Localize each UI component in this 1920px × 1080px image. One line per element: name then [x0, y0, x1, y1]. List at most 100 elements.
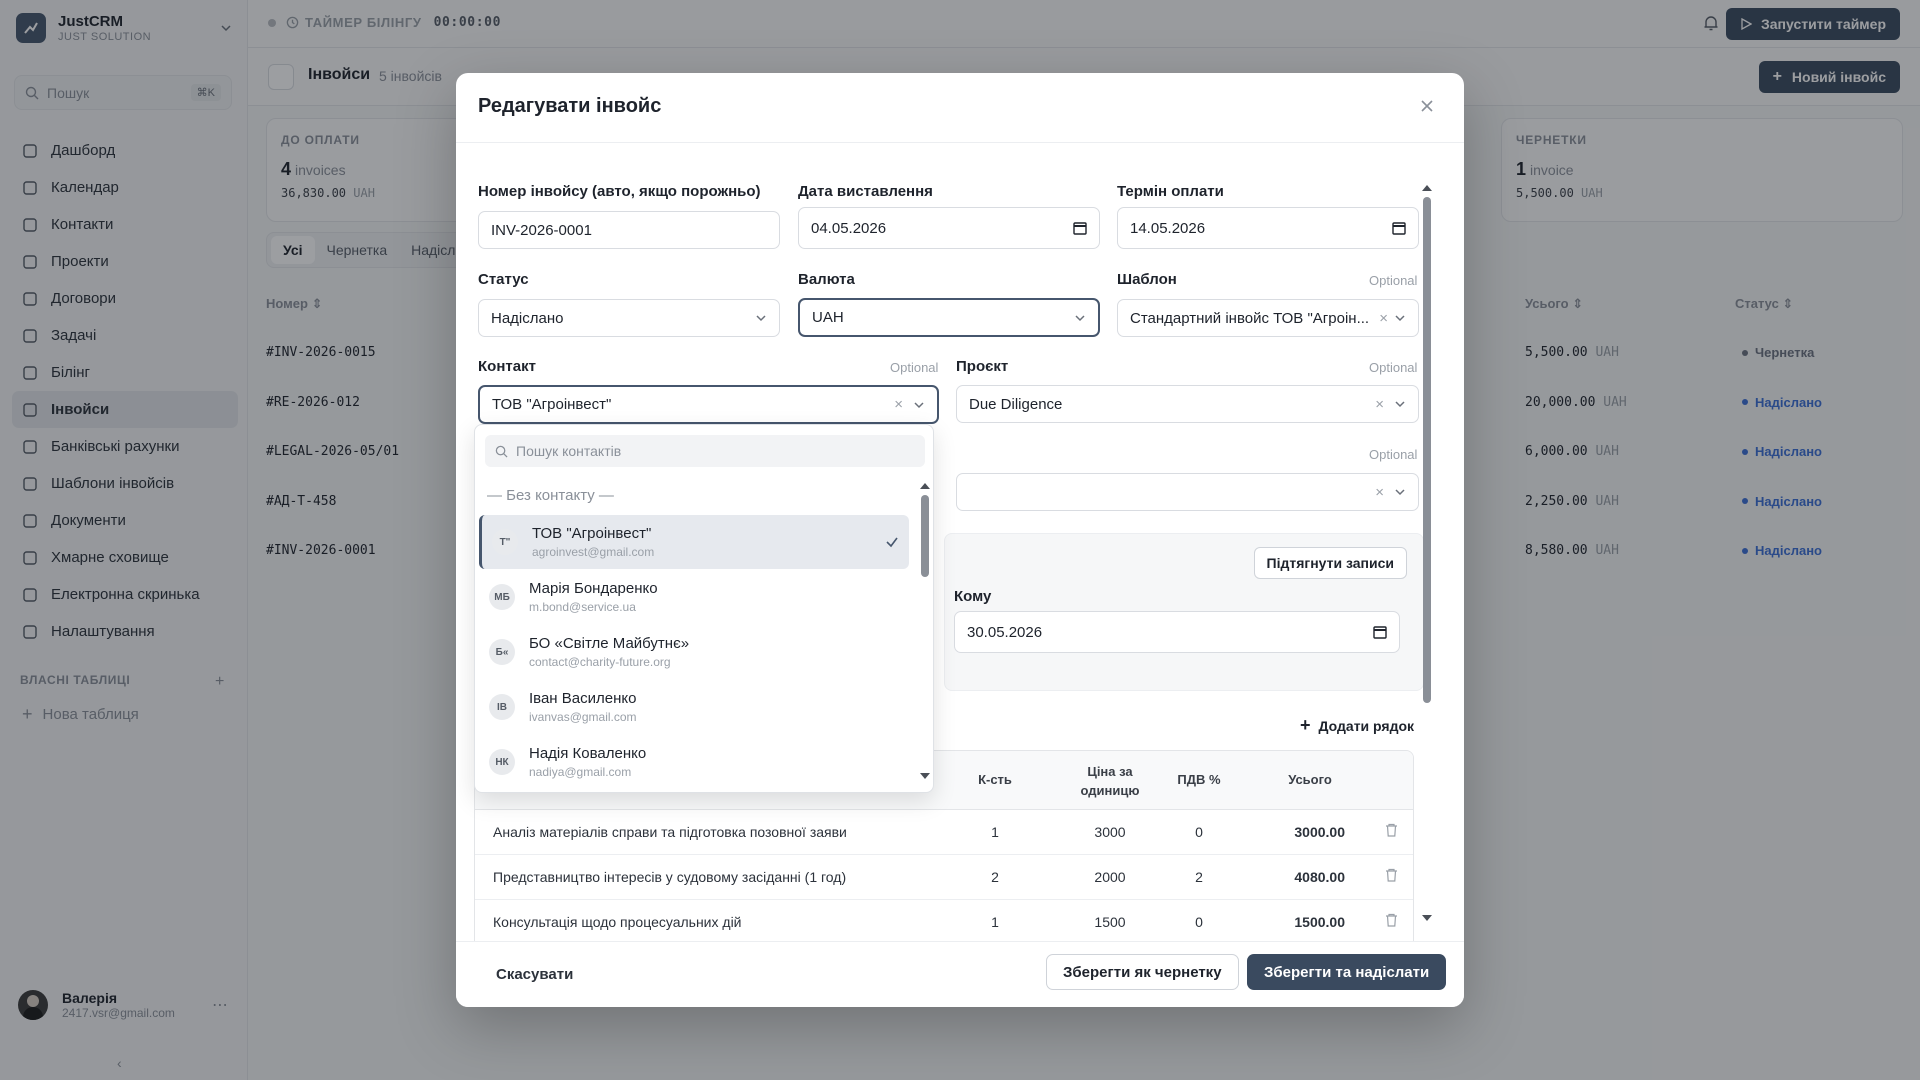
line-item-row: Аналіз матеріалів справи та підготовка п…	[475, 810, 1413, 855]
contact-option[interactable]: НК Надія Коваленко nadiya@gmail.com	[479, 735, 909, 789]
contact-search-input[interactable]: Пошук контактів	[485, 435, 925, 467]
contact-select[interactable]: ТОВ "Агроінвест" ×	[478, 385, 939, 424]
item-vat[interactable]: 0	[1169, 824, 1229, 840]
template-label: Шаблон	[1117, 271, 1177, 288]
check-icon	[885, 535, 899, 549]
item-total: 4080.00	[1294, 869, 1345, 885]
to-date-input[interactable]: 30.05.2026	[954, 611, 1400, 653]
chevron-down-icon	[756, 315, 766, 322]
contact-search-placeholder: Пошук контактів	[516, 443, 622, 459]
project-value: Due Diligence	[969, 395, 1063, 413]
status-label: Статус	[478, 271, 529, 288]
contact-avatar: МБ	[489, 584, 515, 610]
item-vat[interactable]: 0	[1169, 914, 1229, 930]
clear-icon[interactable]: ×	[1375, 396, 1384, 413]
issue-date-value: 04.05.2026	[811, 219, 887, 237]
save-draft-button[interactable]: Зберегти як чернетку	[1046, 954, 1239, 990]
project-optional: Optional	[1369, 360, 1418, 375]
currency-value: UAH	[812, 309, 844, 326]
contact-name: Іван Василенко	[529, 690, 637, 707]
col-price: Ціна за одиницю	[1080, 764, 1140, 798]
item-price[interactable]: 1500	[1075, 914, 1145, 930]
due-date-label: Термін оплати	[1117, 183, 1224, 200]
project-select[interactable]: Due Diligence ×	[956, 385, 1419, 423]
contact-email: nadiya@gmail.com	[529, 765, 632, 779]
contact-option[interactable]: Т" ТОВ "Агроінвест" agroinvest@gmail.com	[479, 515, 909, 569]
chevron-down-icon	[1395, 489, 1405, 496]
clear-icon[interactable]: ×	[894, 396, 903, 413]
invoice-number-value: INV-2026-0001	[491, 221, 592, 239]
invoice-number-input[interactable]: INV-2026-0001	[478, 211, 780, 249]
due-date-value: 14.05.2026	[1130, 219, 1206, 237]
line-item-row: Консультація щодо процесуальних дій 1 1500…	[475, 900, 1413, 945]
field-optional: Optional	[1369, 447, 1418, 462]
contact-avatar: ІВ	[489, 694, 515, 720]
pull-records-button[interactable]: Підтягнути записи	[1253, 547, 1407, 579]
item-qty[interactable]: 1	[975, 914, 1015, 930]
chevron-down-icon	[1395, 315, 1405, 322]
line-item-row: Представництво інтересів у судовому засі…	[475, 855, 1413, 900]
item-description[interactable]: Аналіз матеріалів справи та підготовка п…	[493, 824, 847, 840]
item-vat[interactable]: 2	[1169, 869, 1229, 885]
item-total: 1500.00	[1294, 914, 1345, 930]
due-date-input[interactable]: 14.05.2026	[1117, 207, 1419, 249]
contact-value: ТОВ "Агроінвест"	[492, 396, 612, 413]
to-date-value: 30.05.2026	[967, 623, 1043, 641]
contact-label: Контакт	[478, 358, 536, 375]
calendar-icon[interactable]	[1392, 221, 1406, 235]
divider	[456, 142, 1464, 143]
issue-date-input[interactable]: 04.05.2026	[798, 207, 1100, 249]
item-price[interactable]: 3000	[1075, 824, 1145, 840]
contact-email: agroinvest@gmail.com	[532, 545, 655, 559]
modal-scrollbar[interactable]	[1421, 183, 1432, 923]
trash-icon[interactable]	[1385, 823, 1398, 837]
contact-option[interactable]: ІВ Іван Василенко ivanvas@gmail.com	[479, 680, 909, 734]
edit-invoice-modal: Редагувати інвойс Номер інвойсу (авто, я…	[456, 73, 1464, 1007]
template-select[interactable]: Стандартний інвойс ТОВ "Агроін... ×	[1117, 299, 1419, 337]
item-qty[interactable]: 2	[975, 869, 1015, 885]
item-description[interactable]: Представництво інтересів у судовому засі…	[493, 869, 846, 885]
contact-name: Надія Коваленко	[529, 745, 647, 762]
modal-title: Редагувати інвойс	[478, 95, 662, 117]
add-row-button[interactable]: + Додати рядок	[1300, 715, 1414, 736]
item-price[interactable]: 2000	[1075, 869, 1145, 885]
col-total: Усього	[1288, 772, 1332, 787]
item-description[interactable]: Консультація щодо процесуальних дій	[493, 914, 742, 930]
contact-optional: Optional	[890, 360, 939, 375]
to-date-label: Кому	[954, 588, 992, 605]
clear-icon[interactable]: ×	[1379, 310, 1388, 327]
col-qty: К-сть	[978, 772, 1012, 787]
contact-email: contact@charity-future.org	[529, 655, 671, 669]
chevron-down-icon	[1395, 401, 1405, 408]
calendar-icon[interactable]	[1373, 625, 1387, 639]
contact-avatar: Т"	[492, 529, 518, 555]
chevron-down-icon	[914, 401, 924, 408]
contact-option[interactable]: Б« БО «Світле Майбутнє» contact@charity-fu…	[479, 625, 909, 679]
contact-email: ivanvas@gmail.com	[529, 710, 637, 724]
currency-select[interactable]: UAH	[798, 298, 1100, 337]
currency-label: Валюта	[798, 271, 855, 288]
close-icon[interactable]	[1420, 99, 1434, 113]
plus-icon: +	[1300, 715, 1311, 735]
project-label: Проєкт	[956, 358, 1009, 375]
contact-name: ТОВ "Агроінвест"	[532, 525, 652, 542]
item-qty[interactable]: 1	[975, 824, 1015, 840]
status-select[interactable]: Надіслано	[478, 299, 780, 337]
search-icon	[495, 445, 508, 458]
add-row-label: Додати рядок	[1318, 717, 1415, 734]
trash-icon[interactable]	[1385, 868, 1398, 882]
clear-icon[interactable]: ×	[1375, 484, 1384, 501]
trash-icon[interactable]	[1385, 913, 1398, 927]
contact-dropdown: Пошук контактів — Без контакту — Т" ТОВ "…	[474, 424, 934, 793]
invoice-number-label: Номер інвойсу (авто, якщо порожньо)	[478, 183, 761, 200]
secondary-select[interactable]: ×	[956, 473, 1419, 511]
cancel-button[interactable]: Скасувати	[496, 966, 573, 983]
no-contact-option[interactable]: — Без контакту —	[487, 487, 614, 504]
calendar-icon[interactable]	[1073, 221, 1087, 235]
dropdown-scrollbar[interactable]	[919, 481, 930, 781]
contact-name: БО «Світле Майбутнє»	[529, 635, 690, 652]
save-send-button[interactable]: Зберегти та надіслати	[1247, 954, 1447, 990]
contact-option[interactable]: МБ Марія Бондаренко m.bond@service.ua	[479, 570, 909, 624]
template-value: Стандартний інвойс ТОВ "Агроін...	[1130, 309, 1370, 327]
contact-email: m.bond@service.ua	[529, 600, 636, 614]
